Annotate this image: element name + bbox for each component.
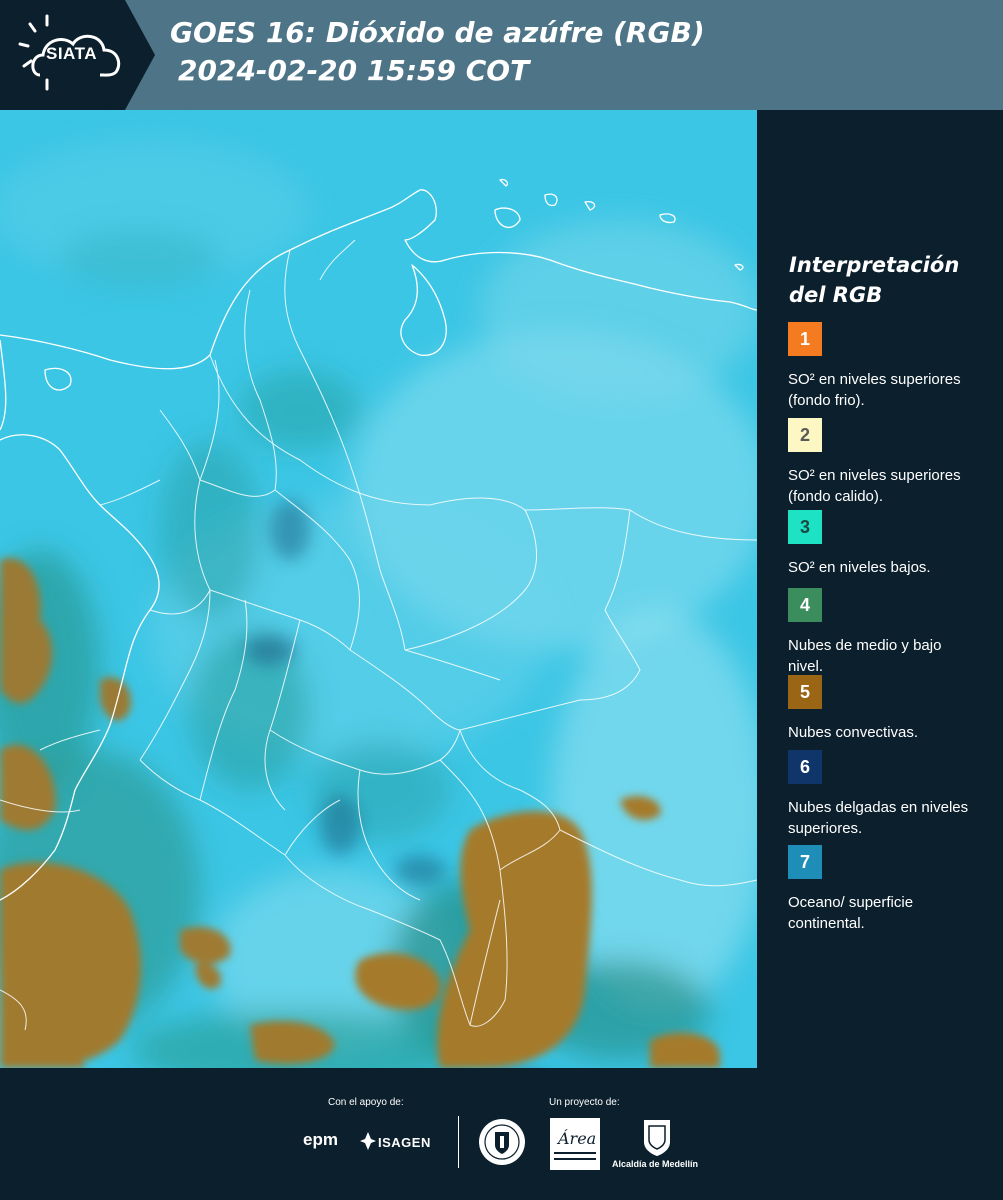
- legend-swatch: 4: [788, 588, 822, 622]
- alcaldia-shield-icon: [644, 1120, 670, 1156]
- title-line-1: GOES 16: Dióxido de azúfre (RGB): [170, 16, 705, 49]
- svg-text:Área: Área: [556, 1128, 596, 1148]
- header-bar: SIATA GOES 16: Dióxido de azúfre (RGB) 2…: [0, 0, 1003, 110]
- medellin-seal-icon: [479, 1119, 525, 1165]
- legend-panel: Interpretación del RGB 1 SO² en niveles s…: [758, 110, 1003, 1068]
- legend-title: Interpretación del RGB: [789, 253, 960, 307]
- logo-text: SIATA: [46, 44, 97, 63]
- legend-label: SO² en niveles bajos.: [788, 559, 931, 576]
- support-label: Con el apoyo de:: [328, 1097, 404, 1108]
- legend-swatch: 5: [788, 675, 822, 709]
- legend-label: SO² en niveles superiores (fondo frio).: [788, 371, 961, 409]
- epm-logo: epm: [303, 1130, 338, 1149]
- legend-item: 3 SO² en niveles bajos.: [788, 510, 988, 578]
- legend-item: 5 Nubes convectivas.: [788, 675, 988, 743]
- alcaldia-label: Alcaldía de Medellín: [612, 1159, 699, 1169]
- legend-item: 4 Nubes de medio y bajo nivel.: [788, 588, 988, 677]
- legend-item: 6 Nubes delgadas en niveles superiores.: [788, 750, 988, 839]
- isagen-icon: [360, 1132, 376, 1150]
- page-title: GOES 16: Dióxido de azúfre (RGB) 2024-02…: [170, 14, 705, 90]
- footer-divider: [458, 1116, 459, 1168]
- legend-label: Oceano/ superficie continental.: [788, 894, 914, 932]
- area-metropolitana-logo: Área: [550, 1118, 600, 1170]
- footer: Con el apoyo de: Un proyecto de: epm ISA…: [0, 1068, 1003, 1200]
- legend-swatch: 1: [788, 322, 822, 356]
- satellite-map: [0, 110, 757, 1068]
- legend-label: SO² en niveles superiores (fondo calido)…: [788, 467, 961, 505]
- legend-item: 7 Oceano/ superficie continental.: [788, 845, 988, 934]
- legend-item: 1 SO² en niveles superiores (fondo frio).: [788, 322, 988, 411]
- legend-label: Nubes delgadas en niveles superiores.: [788, 799, 969, 837]
- legend-swatch: 7: [788, 845, 822, 879]
- legend-swatch: 2: [788, 418, 822, 452]
- legend-item: 2 SO² en niveles superiores (fondo calido…: [788, 418, 988, 507]
- title-line-2: 2024-02-20 15:59 COT: [178, 54, 530, 87]
- legend-label: Nubes convectivas.: [788, 724, 919, 741]
- siata-logo: SIATA: [0, 0, 155, 110]
- isagen-logo: ISAGEN: [378, 1135, 431, 1150]
- project-label: Un proyecto de:: [549, 1097, 620, 1108]
- legend-swatch: 6: [788, 750, 822, 784]
- legend-label: Nubes de medio y bajo nivel.: [788, 637, 942, 675]
- legend-swatch: 3: [788, 510, 822, 544]
